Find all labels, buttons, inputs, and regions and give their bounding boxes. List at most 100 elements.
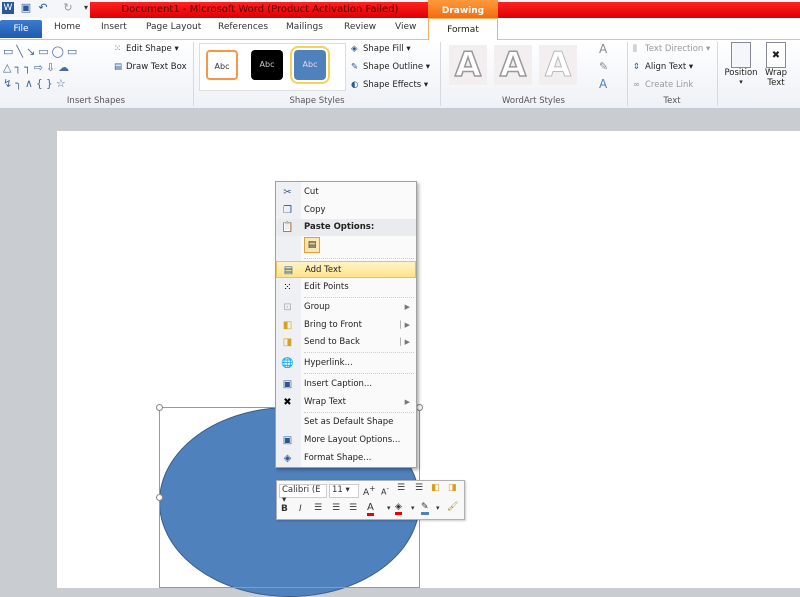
save-icon[interactable]: ▣ xyxy=(20,2,32,14)
menu-label: Set as Default Shape xyxy=(304,417,394,427)
layout-options-icon: ▣ xyxy=(282,435,293,446)
shape-style-orange[interactable]: Abc xyxy=(206,50,238,80)
menu-label: Paste Options: xyxy=(304,222,375,232)
menu-item-group[interactable]: ⊡ Group ▶ xyxy=(276,299,416,316)
menu-item-more-layout-options[interactable]: ▣ More Layout Options... xyxy=(276,432,416,449)
resize-handle[interactable] xyxy=(156,404,163,411)
tab-references[interactable]: References xyxy=(218,22,268,32)
scissors-icon: ✂ xyxy=(283,187,292,198)
format-shape-icon: ◈ xyxy=(283,453,292,464)
group-label-text: Text xyxy=(663,96,681,106)
shape-fill-button[interactable]: ◈ Shape Fill ▾ xyxy=(351,44,411,54)
menu-item-insert-caption[interactable]: ▣ Insert Caption... xyxy=(276,376,416,393)
wrap-text-button[interactable]: ✖ Wrap Text xyxy=(762,42,790,88)
submenu-arrow-icon: ▶ xyxy=(404,398,410,406)
tab-file[interactable]: File xyxy=(0,20,42,38)
send-backward-icon[interactable]: ◨ xyxy=(448,483,457,493)
submenu-arrow-icon[interactable]: │ ▶ xyxy=(398,334,410,351)
wordart-style-1[interactable]: A xyxy=(449,44,487,86)
paste-icon: 📋 xyxy=(281,222,294,233)
bring-forward-icon[interactable]: ◧ xyxy=(431,483,440,493)
position-dropdown-icon: ▾ xyxy=(739,78,743,86)
menu-label: More Layout Options... xyxy=(304,435,401,445)
menu-item-wrap-text[interactable]: ✖ Wrap Text ▶ xyxy=(276,394,416,411)
italic-icon[interactable]: I xyxy=(299,504,302,514)
tab-review[interactable]: Review xyxy=(344,22,376,32)
wordart-style-3[interactable]: A xyxy=(539,45,577,86)
undo-icon[interactable]: ↶ xyxy=(37,2,49,14)
align-center-icon[interactable]: ☰ xyxy=(332,503,340,513)
shape-effects-label: Shape Effects xyxy=(363,80,422,90)
shape-style-black[interactable]: Abc xyxy=(251,50,283,80)
tab-mailings[interactable]: Mailings xyxy=(286,22,323,32)
menu-label: Copy xyxy=(304,205,326,215)
bold-icon[interactable]: B xyxy=(281,504,288,514)
create-link-button[interactable]: ∞ Create Link xyxy=(633,80,693,90)
shape-fill-dropdown-icon[interactable]: ▾ xyxy=(411,504,415,512)
grow-font-icon[interactable]: A+ xyxy=(363,484,375,498)
menu-item-bring-to-front[interactable]: ◧ Bring to Front │ ▶ xyxy=(276,317,416,334)
tab-insert[interactable]: Insert xyxy=(101,22,127,32)
shape-outline-icon[interactable]: ✎ xyxy=(421,502,429,515)
menu-item-edit-points[interactable]: ⁙ Edit Points xyxy=(276,279,416,296)
pen-icon: ✎ xyxy=(351,62,359,72)
text-effects-icon[interactable]: A xyxy=(599,77,607,91)
tab-format[interactable]: Format xyxy=(428,18,498,41)
menu-item-format-shape[interactable]: ◈ Format Shape... xyxy=(276,450,416,467)
tab-home[interactable]: Home xyxy=(54,22,81,32)
edit-shape-button[interactable]: ⁙ Edit Shape ▾ xyxy=(114,44,179,54)
text-fill-icon[interactable]: A xyxy=(599,42,607,56)
mini-toolbar: Calibri (E ▾ 11 ▾ A+ A- ☰ ☰ ◧ ◨ B I ☰ ☰ … xyxy=(276,480,465,520)
align-left-icon[interactable]: ☰ xyxy=(314,503,322,513)
font-color-icon[interactable]: A xyxy=(367,502,374,516)
format-painter-icon[interactable]: 🖌 xyxy=(447,502,458,512)
redo-icon[interactable]: ↻ xyxy=(62,2,74,14)
draw-text-box-button[interactable]: ▤ Draw Text Box xyxy=(114,62,187,72)
text-direction-button[interactable]: ⫼ Text Direction ▾ xyxy=(633,44,710,54)
align-text-button[interactable]: ⇕ Align Text ▾ xyxy=(633,62,693,72)
submenu-arrow-icon[interactable]: │ ▶ xyxy=(398,317,410,334)
font-name-select[interactable]: Calibri (E ▾ xyxy=(279,484,327,505)
group-label-shape-styles: Shape Styles xyxy=(289,96,345,106)
resize-handle[interactable] xyxy=(156,494,163,501)
shape-style-blue[interactable]: Abc xyxy=(290,46,330,84)
menu-item-set-default-shape[interactable]: Set as Default Shape xyxy=(276,414,416,431)
shapes-gallery[interactable]: ▭╲↘▭◯▭ △┐┐⇨⇩☁ ↯╮∧{}☆ xyxy=(3,44,98,92)
menu-item-add-text[interactable]: ▤ Add Text xyxy=(276,261,416,278)
tab-page-layout[interactable]: Page Layout xyxy=(146,22,201,32)
add-text-icon: ▤ xyxy=(283,265,294,276)
position-label: Position xyxy=(724,68,758,78)
shrink-font-icon[interactable]: A- xyxy=(381,485,389,497)
divider xyxy=(717,42,718,106)
increase-indent-icon[interactable]: ☰ xyxy=(415,483,423,493)
text-box-icon: ▤ xyxy=(114,62,123,72)
align-right-icon[interactable]: ☰ xyxy=(349,503,357,513)
menu-label: Hyperlink... xyxy=(304,358,353,368)
wrap-text-icon: ✖ xyxy=(766,42,786,68)
word-icon[interactable]: W xyxy=(2,2,14,14)
copy-icon: ❐ xyxy=(283,205,292,216)
menu-item-copy[interactable]: ❐ Copy xyxy=(276,202,416,219)
paste-keep-text-button[interactable]: ▤ xyxy=(304,237,320,253)
shape-effects-button[interactable]: ◐ Shape Effects ▾ xyxy=(351,80,428,90)
menu-item-hyperlink[interactable]: 🌐 Hyperlink... xyxy=(276,355,416,372)
position-icon xyxy=(731,42,751,68)
wrap-text-label-2: Text xyxy=(767,78,785,88)
submenu-arrow-icon: ▶ xyxy=(404,303,410,311)
tab-view[interactable]: View xyxy=(395,22,416,32)
shape-fill-icon[interactable]: ◈ xyxy=(395,502,402,515)
shape-outline-dropdown-icon[interactable]: ▾ xyxy=(436,504,440,512)
resize-handle[interactable] xyxy=(416,404,423,411)
align-text-label: Align Text xyxy=(645,62,687,72)
paint-bucket-icon: ◈ xyxy=(351,44,358,54)
decrease-indent-icon[interactable]: ☰ xyxy=(397,483,405,493)
position-button[interactable]: Position ▾ xyxy=(723,42,759,86)
font-color-dropdown-icon[interactable]: ▾ xyxy=(387,504,391,512)
menu-label: Format Shape... xyxy=(304,453,372,463)
text-outline-icon[interactable]: ✎ xyxy=(599,60,608,73)
shape-outline-button[interactable]: ✎ Shape Outline ▾ xyxy=(351,62,430,72)
font-size-select[interactable]: 11 ▾ xyxy=(329,484,359,498)
menu-item-cut[interactable]: ✂ Cut xyxy=(276,184,416,201)
wordart-style-2[interactable]: A xyxy=(494,44,532,86)
menu-item-send-to-back[interactable]: ◨ Send to Back │ ▶ xyxy=(276,334,416,351)
